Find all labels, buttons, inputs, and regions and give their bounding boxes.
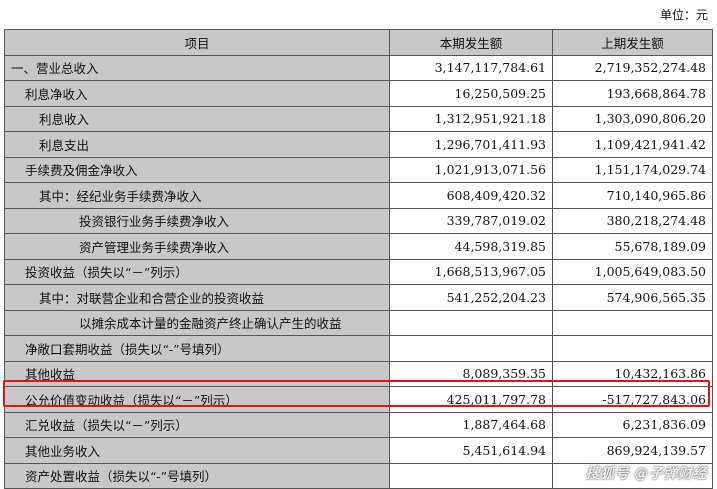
table-row: 净敞口套期收益（损失以“-”号填列） bbox=[4, 335, 713, 362]
row-label: 一、营业总收入 bbox=[4, 54, 390, 81]
header-item: 项目 bbox=[4, 29, 390, 56]
prior-period-value: 1,151,174,029.74 bbox=[552, 156, 713, 183]
header-prior-period: 上期发生额 bbox=[552, 29, 713, 56]
prior-period-value: 2,719,352,274.48 bbox=[552, 54, 713, 81]
row-label: 净敞口套期收益（损失以“-”号填列） bbox=[4, 335, 390, 362]
prior-period-value: 55,678,189.09 bbox=[552, 233, 713, 260]
row-label: 其他业务收入 bbox=[4, 437, 390, 464]
current-period-value: 8,089,359.35 bbox=[389, 360, 553, 387]
row-label: 资产处置收益（损失以“-”号填列） bbox=[4, 462, 390, 489]
current-period-value bbox=[389, 335, 553, 362]
prior-period-value: 380,218,274.48 bbox=[552, 207, 713, 234]
current-period-value: 1,668,513,967.05 bbox=[389, 258, 553, 285]
current-period-value bbox=[389, 309, 553, 336]
row-label: 资产管理业务手续费净收入 bbox=[4, 233, 390, 260]
row-label: 公允价值变动收益（损失以“－”列示） bbox=[4, 386, 390, 413]
prior-period-value: 1,005,649,083.50 bbox=[552, 258, 713, 285]
income-statement-table: 项目 本期发生额 上期发生额 一、营业总收入 3,147,117,784.61 2,… bbox=[4, 29, 713, 489]
current-period-value: 5,451,614.94 bbox=[389, 437, 553, 464]
current-period-value: 1,296,701,411.93 bbox=[389, 131, 553, 158]
prior-period-value: 193,668,864.78 bbox=[552, 80, 713, 107]
current-period-value: 16,250,509.25 bbox=[389, 80, 553, 107]
row-label: 利息支出 bbox=[4, 131, 390, 158]
table-row: 其中：对联营企业和合营企业的投资收益 541,252,204.23 574,906,… bbox=[4, 284, 713, 311]
prior-period-value: 1,303,090,806.20 bbox=[552, 105, 713, 132]
row-label: 利息收入 bbox=[4, 105, 390, 132]
current-period-value: 541,252,204.23 bbox=[389, 284, 553, 311]
table-row: 其中：经纪业务手续费净收入 608,409,420.32 710,140,965.8… bbox=[4, 182, 713, 209]
table-row: 资产管理业务手续费净收入 44,598,319.85 55,678,189.09 bbox=[4, 233, 713, 260]
table-row: 手续费及佣金净收入 1,021,913,071.56 1,151,174,029.7… bbox=[4, 156, 713, 183]
prior-period-value: 6,231,836.09 bbox=[552, 411, 713, 438]
current-period-value: 339,787,019.02 bbox=[389, 207, 553, 234]
prior-period-value: 710,140,965.86 bbox=[552, 182, 713, 209]
current-period-value: 1,312,951,921.18 bbox=[389, 105, 553, 132]
header-current-period: 本期发生额 bbox=[389, 29, 553, 56]
row-label: 投资银行业务手续费净收入 bbox=[4, 207, 390, 234]
table-row: 其他收益 8,089,359.35 10,432,163.86 bbox=[4, 360, 713, 387]
row-label: 其中：经纪业务手续费净收入 bbox=[4, 182, 390, 209]
row-label: 汇兑收益（损失以“－”列示） bbox=[4, 411, 390, 438]
row-label: 其他收益 bbox=[4, 360, 390, 387]
table-row: 利息支出 1,296,701,411.93 1,109,421,941.42 bbox=[4, 131, 713, 158]
row-label: 投资收益（损失以“－”列示） bbox=[4, 258, 390, 285]
prior-period-value bbox=[552, 309, 713, 336]
table-row: 其他业务收入 5,451,614.94 869,924,139.57 bbox=[4, 437, 713, 464]
table-row: 投资收益（损失以“－”列示） 1,668,513,967.05 1,005,649,… bbox=[4, 258, 713, 285]
prior-period-value: 1,109,421,941.42 bbox=[552, 131, 713, 158]
current-period-value: 1,021,913,071.56 bbox=[389, 156, 553, 183]
row-label: 以摊余成本计量的金融资产终止确认产生的收益 bbox=[4, 309, 390, 336]
table-row: 利息收入 1,312,951,921.18 1,303,090,806.20 bbox=[4, 105, 713, 132]
prior-period-value: -517,727,843.06 bbox=[552, 386, 713, 413]
table-row: 投资银行业务手续费净收入 339,787,019.02 380,218,274.48 bbox=[4, 207, 713, 234]
current-period-value bbox=[389, 462, 553, 489]
current-period-value: 1,887,464.68 bbox=[389, 411, 553, 438]
row-label: 其中：对联营企业和合营企业的投资收益 bbox=[4, 284, 390, 311]
row-label: 利息净收入 bbox=[4, 80, 390, 107]
current-period-value: 3,147,117,784.61 bbox=[389, 54, 553, 81]
prior-period-value bbox=[552, 335, 713, 362]
prior-period-value: 10,432,163.86 bbox=[552, 360, 713, 387]
prior-period-value: 869,924,139.57 bbox=[552, 437, 713, 464]
table-row: 以摊余成本计量的金融资产终止确认产生的收益 bbox=[4, 309, 713, 336]
current-period-value: 608,409,420.32 bbox=[389, 182, 553, 209]
table-row: 汇兑收益（损失以“－”列示） 1,887,464.68 6,231,836.09 bbox=[4, 411, 713, 438]
table-row: 利息净收入 16,250,509.25 193,668,864.78 bbox=[4, 80, 713, 107]
watermark: 搜狐号 @子弹财经 bbox=[585, 466, 707, 482]
current-period-value: 425,011,797.78 bbox=[389, 386, 553, 413]
current-period-value: 44,598,319.85 bbox=[389, 233, 553, 260]
table-header-row: 项目 本期发生额 上期发生额 bbox=[4, 29, 713, 56]
table-row: 一、营业总收入 3,147,117,784.61 2,719,352,274.48 bbox=[4, 54, 713, 81]
prior-period-value: 574,906,565.35 bbox=[552, 284, 713, 311]
table-row: 公允价值变动收益（损失以“－”列示） 425,011,797.78 -517,727… bbox=[4, 386, 713, 413]
unit-label: 单位：元 bbox=[659, 8, 708, 22]
row-label: 手续费及佣金净收入 bbox=[4, 156, 390, 183]
